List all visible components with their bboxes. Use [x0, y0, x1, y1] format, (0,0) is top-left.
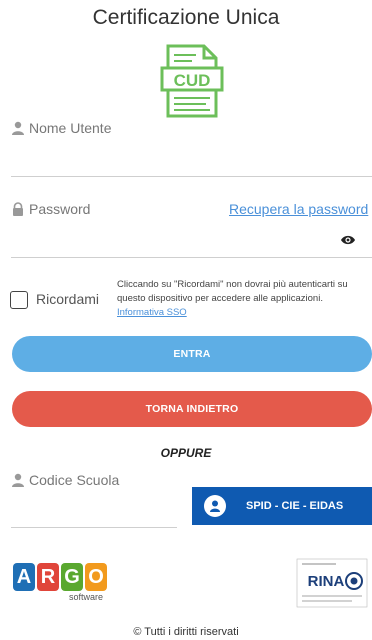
spid-person-icon: [204, 495, 226, 517]
back-button[interactable]: TORNA INDIETRO: [12, 391, 372, 427]
username-field[interactable]: Nome Utente: [11, 120, 111, 136]
cud-logo-text: CUD: [174, 71, 211, 90]
school-code-underline: [11, 527, 177, 528]
eye-icon[interactable]: [340, 234, 356, 246]
argo-subtitle: software: [68, 592, 103, 602]
password-field[interactable]: Password: [11, 201, 90, 217]
cud-document-icon: CUD: [160, 44, 224, 118]
remember-me-label[interactable]: Ricordami: [36, 291, 99, 307]
rina-certification-logo: RINA: [296, 558, 368, 608]
remember-me-note: Cliccando su "Ricordami" non dovrai più …: [117, 278, 372, 320]
password-underline: [11, 257, 372, 258]
school-code-field[interactable]: Codice Scuola: [11, 472, 119, 488]
recover-password-link[interactable]: Recupera la password: [229, 201, 368, 217]
username-underline: [11, 176, 372, 177]
username-placeholder: Nome Utente: [29, 120, 112, 136]
argo-logo-letter: A: [13, 563, 35, 591]
or-separator: OPPURE: [160, 446, 212, 460]
spid-login-button[interactable]: SPID - CIE - EIDAS: [192, 487, 372, 525]
argo-logo-letter: R: [37, 563, 59, 591]
argo-logo-letter: O: [85, 563, 107, 591]
lock-icon: [13, 202, 23, 216]
school-code-placeholder: Codice Scuola: [29, 472, 120, 488]
copyright-footer: © Tutti i diritti riservati: [133, 626, 239, 638]
enter-button[interactable]: ENTRA: [12, 336, 372, 372]
page-title: Certificazione Unica: [92, 6, 280, 29]
password-placeholder: Password: [29, 201, 91, 217]
remember-note-text: Cliccando su "Ricordami" non dovrai più …: [117, 279, 348, 304]
user-icon: [12, 473, 24, 487]
sso-info-link[interactable]: Informativa SSO: [117, 306, 372, 320]
remember-me-checkbox[interactable]: [10, 291, 28, 309]
user-icon: [12, 121, 24, 135]
argo-logo-letter: G: [61, 563, 83, 591]
spid-button-label: SPID - CIE - EIDAS: [246, 500, 344, 512]
rina-logo-text: RINA: [308, 573, 345, 590]
argo-logo: ARGO software: [13, 563, 113, 609]
